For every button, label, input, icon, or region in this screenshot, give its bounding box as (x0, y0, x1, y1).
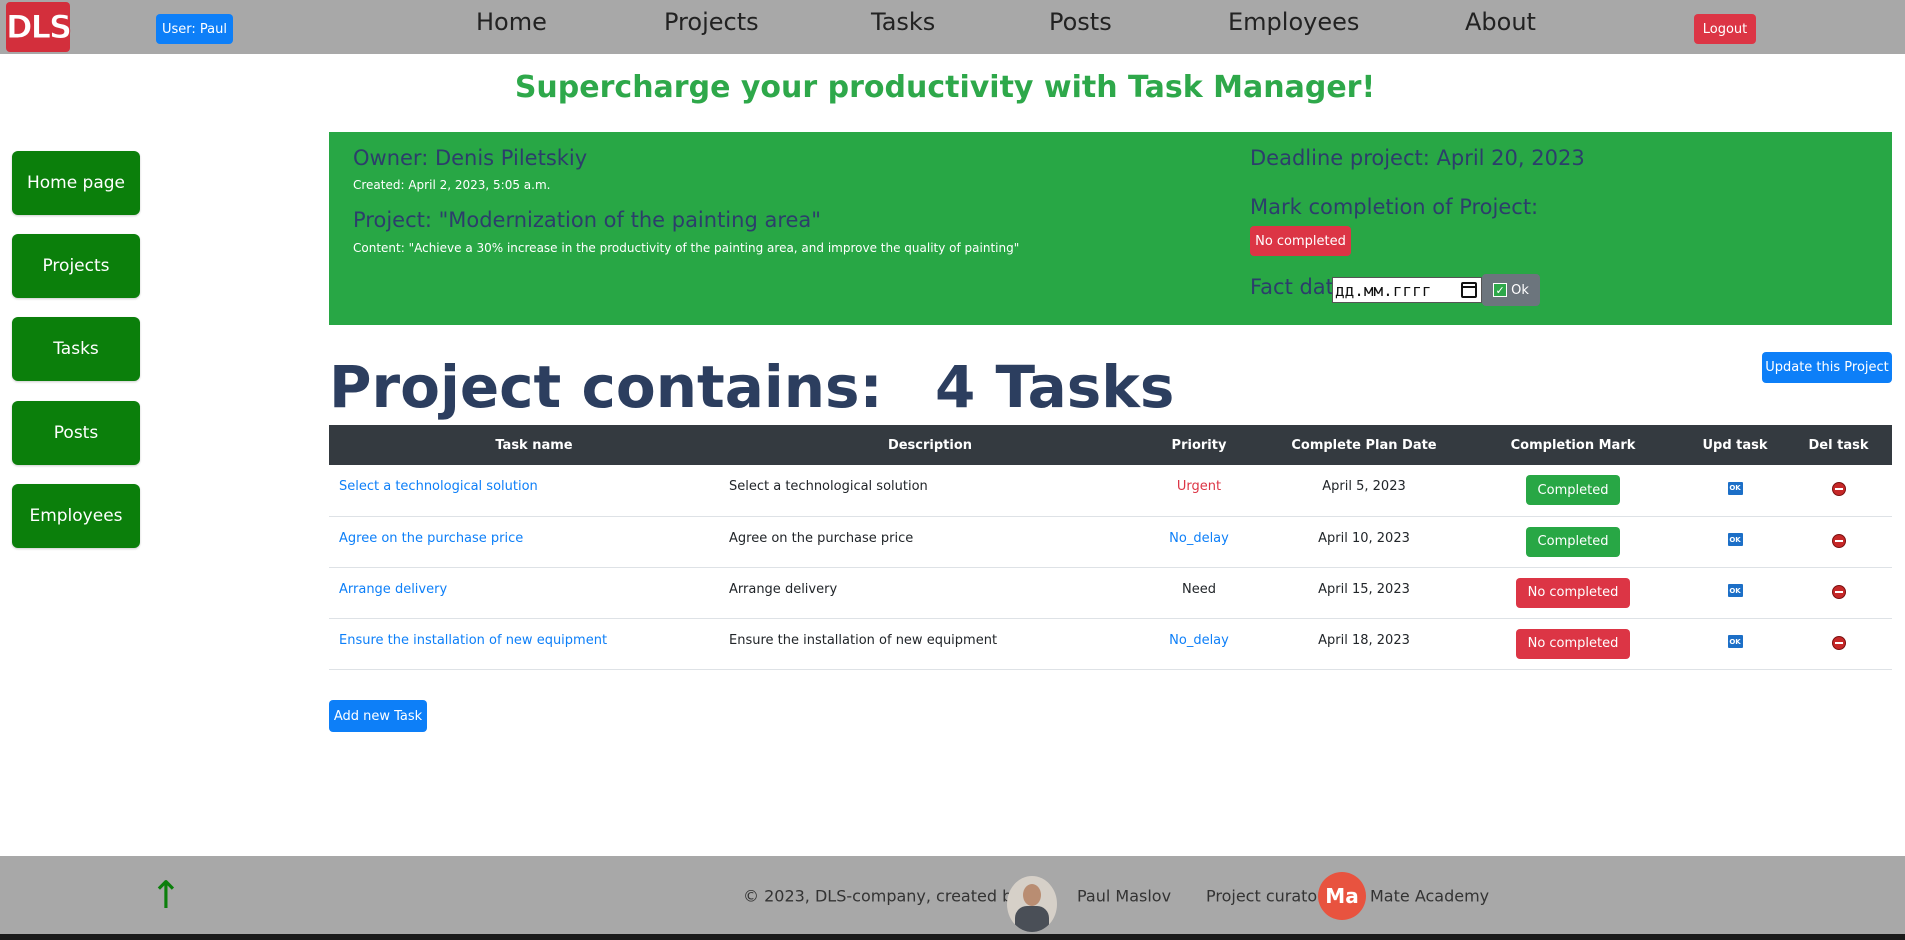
sidebar-item-home-page[interactable]: Home page (12, 151, 140, 215)
task-priority: No_delay (1169, 530, 1229, 546)
tasks-table: Task name Description Priority Complete … (329, 425, 1892, 670)
add-task-button[interactable]: Add new Task (329, 700, 427, 732)
logout-button[interactable]: Logout (1694, 14, 1756, 44)
avatar-body (1015, 906, 1049, 932)
user-button[interactable]: User: Paul (156, 14, 233, 44)
up-arrow-icon[interactable]: ↑ (150, 876, 182, 914)
page-headline: Supercharge your productivity with Task … (514, 70, 1376, 105)
header-completion-mark: Completion Mark (1510, 437, 1636, 453)
project-created: Created: April 2, 2023, 5:05 a.m. (353, 178, 551, 192)
ok-edit-icon[interactable]: OK (1727, 481, 1743, 495)
table-row: Arrange delivery Arrange delivery Need A… (329, 567, 1892, 618)
ok-edit-icon[interactable]: OK (1727, 533, 1743, 546)
project-card: Owner: Denis Piletskiy Created: April 2,… (329, 132, 1892, 325)
copyright-text: © 2023, DLS-company, created by (743, 886, 1022, 906)
table-row: Select a technological solution Select a… (329, 465, 1892, 516)
task-name-link[interactable]: Select a technological solution (339, 479, 538, 494)
nav-home[interactable]: Home (476, 8, 547, 36)
sidebar-item-posts[interactable]: Posts (12, 401, 140, 465)
sidebar-item-employees[interactable]: Employees (12, 484, 140, 548)
header-del-task: Del task (1808, 437, 1869, 453)
footer: ↑ © 2023, DLS-company, created by Paul M… (0, 856, 1905, 934)
author-name[interactable]: Paul Maslov (1077, 887, 1171, 906)
nav-projects[interactable]: Projects (664, 8, 759, 36)
project-contains-label: Project contains: (329, 353, 883, 421)
task-description: Select a technological solution (729, 479, 928, 494)
delete-minus-icon[interactable] (1831, 635, 1846, 650)
curator-label: Project curator: (1206, 886, 1329, 906)
task-plan-date: April 18, 2023 (1318, 632, 1410, 648)
task-completion-button[interactable]: Completed (1525, 526, 1621, 557)
table-row: Agree on the purchase price Agree on the… (329, 516, 1892, 567)
task-priority: Urgent (1176, 479, 1222, 494)
task-description: Ensure the installation of new equipment (729, 632, 998, 648)
fact-date-input[interactable]: дд.мм.гггг (1332, 277, 1482, 303)
fact-date-ok-button[interactable]: ✓ Ok (1482, 274, 1540, 306)
ok-label: Ok (1511, 282, 1529, 298)
header-upd-task: Upd task (1702, 437, 1768, 453)
mark-completion-label: Mark completion of Project: (1250, 195, 1539, 219)
delete-minus-icon[interactable] (1831, 533, 1846, 548)
header-description: Description (887, 437, 973, 453)
task-name-link[interactable]: Arrange delivery (339, 582, 447, 597)
task-priority: No_delay (1169, 632, 1229, 648)
nav-employees[interactable]: Employees (1228, 8, 1359, 36)
task-priority: Need (1182, 581, 1216, 597)
calendar-icon[interactable] (1461, 282, 1477, 298)
task-plan-date: April 15, 2023 (1318, 581, 1410, 597)
author-avatar (1007, 876, 1057, 932)
project-completion-button[interactable]: No completed (1250, 226, 1351, 256)
task-name-link[interactable]: Agree on the purchase price (339, 531, 523, 546)
header-priority: Priority (1171, 437, 1227, 453)
nav-tasks[interactable]: Tasks (871, 8, 935, 36)
task-completion-button[interactable]: Completed (1525, 475, 1621, 505)
header-plan-date: Complete Plan Date (1291, 437, 1437, 453)
project-deadline: Deadline project: April 20, 2023 (1250, 146, 1585, 170)
project-content: Content: "Achieve a 30% increase in the … (353, 241, 1020, 255)
mate-academy-logo[interactable]: Ma (1318, 872, 1366, 920)
task-plan-date: April 10, 2023 (1318, 530, 1410, 546)
nav-posts[interactable]: Posts (1049, 8, 1112, 36)
task-completion-button[interactable]: No completed (1515, 628, 1631, 659)
sidebar-item-tasks[interactable]: Tasks (12, 317, 140, 381)
checkbox-check-icon[interactable]: ✓ (1493, 283, 1508, 297)
project-title: Project: "Modernization of the painting … (353, 208, 821, 232)
table-header-row: Task name Description Priority Complete … (329, 425, 1892, 465)
ok-edit-icon[interactable]: OK (1727, 584, 1743, 597)
update-project-button[interactable]: Update this Project (1762, 352, 1892, 383)
header-task-name: Task name (495, 437, 573, 453)
fact-date-placeholder: дд.мм.гггг (1335, 280, 1432, 300)
bottom-strip (0, 934, 1905, 940)
dls-logo[interactable]: DLS (6, 2, 73, 52)
task-completion-button[interactable]: No completed (1515, 577, 1631, 608)
sidebar-item-projects[interactable]: Projects (12, 234, 140, 298)
curator-name[interactable]: Mate Academy (1370, 887, 1489, 906)
task-plan-date: April 5, 2023 (1322, 479, 1406, 494)
top-navbar: DLS User: Paul Home Projects Tasks Posts… (0, 0, 1905, 54)
task-description: Agree on the purchase price (729, 530, 914, 546)
delete-minus-icon[interactable] (1831, 584, 1846, 599)
project-owner: Owner: Denis Piletskiy (353, 146, 588, 170)
tasks-count: 4 Tasks (935, 353, 1175, 421)
delete-minus-icon[interactable] (1831, 482, 1846, 496)
ok-edit-icon[interactable]: OK (1727, 635, 1743, 648)
nav-about[interactable]: About (1465, 8, 1536, 36)
task-name-link[interactable]: Ensure the installation of new equipment (339, 633, 607, 648)
task-description: Arrange delivery (729, 581, 838, 597)
avatar-head (1023, 884, 1041, 906)
logo-text: DLS (6, 8, 73, 47)
table-row: Ensure the installation of new equipment… (329, 618, 1892, 669)
